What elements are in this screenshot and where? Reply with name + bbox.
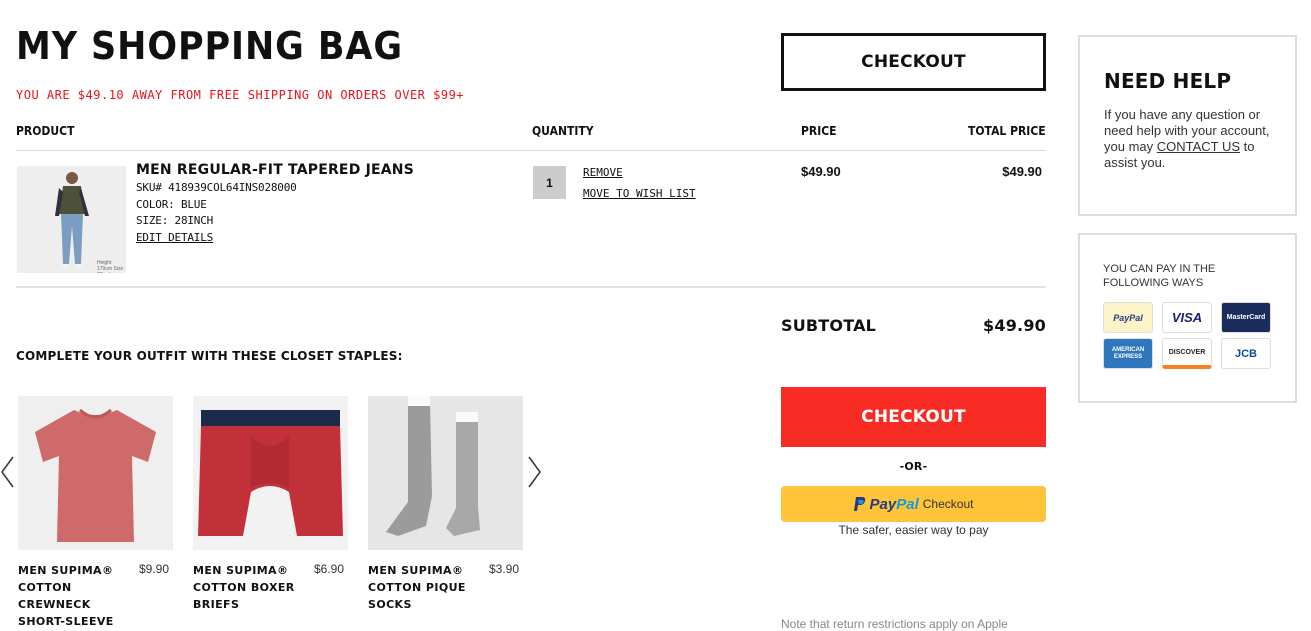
paypal-tagline: The safer, easier way to pay [838,523,989,537]
quantity-selector[interactable]: 1 [533,166,566,199]
amex-card-icon: AMERICAN EXPRESS [1103,338,1153,369]
outfit-item-price: $6.90 [314,562,345,576]
remove-link[interactable]: REMOVE [583,166,623,179]
move-to-wishlist-link[interactable]: MOVE TO WISH LIST [583,187,696,200]
contact-us-link[interactable]: CONTACT US [1157,139,1240,154]
product-name[interactable]: MEN REGULAR-FIT TAPERED JEANS [136,162,414,178]
photo-caption: Height 179cm Size 28inch [97,260,124,273]
column-product: PRODUCT [16,124,75,138]
payment-methods-panel: YOU CAN PAY IN THE FOLLOWING WAYS PayPal… [1078,233,1297,403]
product-size: SIZE: 28INCH [136,214,214,227]
free-shipping-promo: YOU ARE $49.10 AWAY FROM FREE SHIPPING O… [16,88,465,102]
paypal-wordmark: PayPal [869,495,919,513]
column-quantity: QUANTITY [532,124,594,138]
need-help-panel: NEED HELP If you have any question or ne… [1078,35,1297,216]
edit-details-link[interactable]: EDIT DETAILS [136,231,213,244]
product-color: COLOR: BLUE [136,198,207,211]
subtotal-value: $49.90 [983,316,1046,335]
item-divider [16,286,1046,288]
discover-card-icon: DISCOVER [1162,338,1212,369]
outfit-item-price: $9.90 [139,562,170,576]
subtotal-label: SUBTOTAL [781,316,877,335]
mastercard-icon: MasterCard [1221,302,1271,333]
carousel-prev-arrow[interactable] [0,455,14,489]
outfit-item-name[interactable]: MEN SUPIMA® COTTON BOXER BRIEFS [193,562,303,613]
column-price: PRICE [801,124,837,138]
item-total-price: $49.90 [1002,164,1042,179]
item-price: $49.90 [801,164,841,179]
product-sku: SKU# 418939COL64INS028000 [136,181,297,194]
paypal-card-icon: PayPal [1103,302,1153,333]
outfit-heading: COMPLETE YOUR OUTFIT WITH THESE CLOSET S… [16,349,403,363]
jcb-card-icon: JCB [1221,338,1271,369]
need-help-text: If you have any question or need help wi… [1104,107,1270,170]
paypal-checkout-label: Checkout [922,497,974,511]
visa-card-icon: VISA [1162,302,1212,333]
or-separator: -OR- [899,460,928,473]
checkout-button-top[interactable]: CHECKOUT [781,33,1046,91]
outfit-item-image[interactable] [368,396,523,550]
carousel-next-arrow[interactable] [528,455,542,489]
checkout-button[interactable]: CHECKOUT [781,387,1046,447]
need-help-title: NEED HELP [1104,69,1232,93]
outfit-item-image[interactable] [193,396,348,550]
product-thumbnail[interactable]: Height 179cm Size 28inch [17,166,126,273]
outfit-item-name[interactable]: MEN SUPIMA® COTTON CREWNECK SHORT-SLEEVE [18,562,128,630]
column-total-price: TOTAL PRICE [968,124,1046,138]
outfit-item-price: $3.90 [489,562,520,576]
return-restrictions-note: Note that return restrictions apply on A… [781,617,1008,631]
page-title: MY SHOPPING BAG [16,24,404,68]
paypal-checkout-button[interactable]: PayPal Checkout [781,486,1046,522]
outfit-item-name[interactable]: MEN SUPIMA® COTTON PIQUE SOCKS [368,562,478,613]
paypal-icon [853,497,865,511]
header-divider [16,150,1046,151]
payment-methods-title: YOU CAN PAY IN THE FOLLOWING WAYS [1103,263,1216,289]
outfit-item-image[interactable] [18,396,173,550]
